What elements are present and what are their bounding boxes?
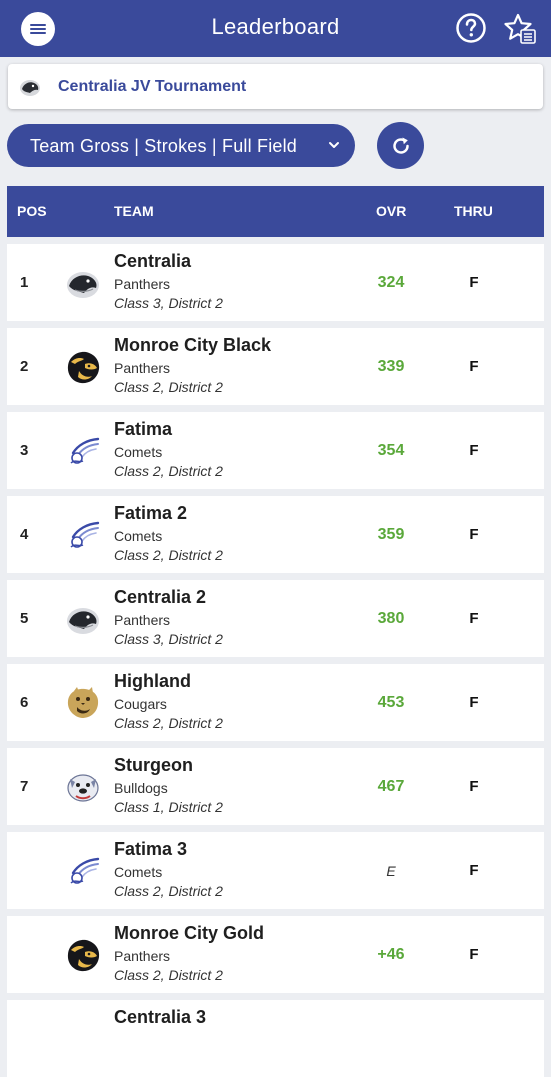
team-class-district: Class 2, District 2	[114, 547, 223, 563]
column-header-pos[interactable]: POS	[17, 203, 47, 219]
filter-label: Team Gross | Strokes | Full Field	[30, 136, 298, 156]
table-row[interactable]: 2 Monroe City Black Panthers Class 2, Distr…	[7, 328, 544, 405]
team-name: Monroe City Gold	[114, 923, 264, 943]
thru-status: F	[469, 274, 479, 291]
favorites-star-icon[interactable]	[503, 12, 537, 46]
overall-score: 453	[377, 694, 405, 711]
bulldog-icon	[65, 769, 101, 805]
team-class-district: Class 2, District 2	[114, 463, 223, 479]
table-row[interactable]: 6 Highland Cougars Class 2, District 2 453 F	[7, 664, 544, 741]
comet-icon	[65, 517, 101, 553]
table-row[interactable]: Fatima 3 Comets Class 2, District 2 E F	[7, 832, 544, 909]
team-name: Monroe City Black	[114, 335, 272, 355]
panther-icon	[65, 601, 101, 637]
table-row[interactable]: 3 Fatima Comets Class 2, District 2 354 F	[7, 412, 544, 489]
thru-status: F	[469, 946, 479, 963]
tournament-name: Centralia JV Tournament	[58, 78, 247, 95]
team-mascot: Panthers	[114, 948, 171, 964]
thru-status: F	[469, 442, 479, 459]
thru-status: F	[469, 862, 479, 879]
overall-score: 380	[377, 610, 405, 627]
overall-score: 354	[377, 442, 405, 459]
cougar-icon	[65, 685, 101, 721]
overall-score: E	[386, 863, 396, 879]
thru-status: F	[469, 526, 479, 543]
overall-score: +46	[377, 946, 405, 963]
team-name: Fatima 3	[114, 839, 188, 859]
overall-score: 467	[377, 778, 405, 795]
refresh-icon	[392, 137, 409, 154]
comet-icon	[65, 853, 101, 889]
position-cell: 5	[20, 610, 29, 627]
top-bar: Leaderboard	[0, 0, 551, 57]
position-cell: 1	[20, 274, 29, 291]
team-class-district: Class 2, District 2	[114, 967, 223, 983]
team-name: Sturgeon	[114, 755, 193, 775]
table-row[interactable]: 7 Sturgeon Bulldogs Class 1, District 2 467 F	[7, 748, 544, 825]
tournament-card[interactable]: Centralia JV Tournament	[8, 64, 543, 109]
column-header-ovr[interactable]: OVR	[376, 203, 406, 219]
comet-icon	[65, 433, 101, 469]
help-icon[interactable]	[455, 12, 487, 44]
thru-status: F	[469, 694, 479, 711]
team-mascot: Bulldogs	[114, 780, 168, 796]
team-class-district: Class 2, District 2	[114, 883, 223, 899]
table-row[interactable]: 1 Centralia Panthers Class 3, District 2 324…	[7, 244, 544, 321]
overall-score: 359	[377, 526, 405, 543]
team-mascot: Cougars	[114, 696, 167, 712]
position-cell: 2	[20, 358, 29, 375]
refresh-button[interactable]	[377, 122, 424, 169]
position-cell: 3	[20, 442, 29, 459]
team-class-district: Class 3, District 2	[114, 631, 223, 647]
panther-icon	[65, 265, 101, 301]
thru-status: F	[469, 778, 479, 795]
position-cell: 6	[20, 694, 29, 711]
team-mascot: Comets	[114, 444, 163, 460]
team-mascot: Panthers	[114, 612, 171, 628]
team-mascot: Comets	[114, 528, 163, 544]
position-cell: 7	[20, 778, 29, 795]
thru-status: F	[469, 358, 479, 375]
team-name: Highland	[114, 671, 191, 691]
team-mascot: Panthers	[114, 360, 171, 376]
team-mascot: Panthers	[114, 276, 171, 292]
team-name: Centralia 3	[114, 1007, 207, 1027]
panther-gold-icon	[65, 937, 101, 973]
team-name: Fatima	[114, 419, 173, 439]
column-header-thru[interactable]: THRU	[454, 203, 493, 219]
table-row[interactable]: 5 Centralia 2 Panthers Class 3, District 2 3…	[7, 580, 544, 657]
team-class-district: Class 2, District 2	[114, 379, 223, 395]
chevron-down-icon	[329, 142, 339, 148]
leaderboard-filter-dropdown[interactable]: Team Gross | Strokes | Full Field	[7, 124, 355, 167]
overall-score: 339	[377, 358, 405, 375]
team-class-district: Class 3, District 2	[114, 295, 223, 311]
panther-icon	[20, 80, 40, 96]
position-cell: 4	[20, 526, 29, 543]
table-row[interactable]: 4 Fatima 2 Comets Class 2, District 2 359 F	[7, 496, 544, 573]
team-name: Centralia	[114, 251, 192, 271]
team-name: Fatima 2	[114, 503, 188, 523]
leaderboard-table-header: POS TEAM OVR THRU	[7, 186, 544, 237]
table-row[interactable]: Centralia 3	[7, 1000, 544, 1077]
team-name: Centralia 2	[114, 587, 207, 607]
table-row[interactable]: Monroe City Gold Panthers Class 2, Distric…	[7, 916, 544, 993]
panther-gold-icon	[65, 349, 101, 385]
column-header-team[interactable]: TEAM	[114, 203, 154, 219]
thru-status: F	[469, 610, 479, 627]
team-class-district: Class 2, District 2	[114, 715, 223, 731]
overall-score: 324	[377, 274, 405, 291]
team-class-district: Class 1, District 2	[114, 799, 223, 815]
team-mascot: Comets	[114, 864, 163, 880]
